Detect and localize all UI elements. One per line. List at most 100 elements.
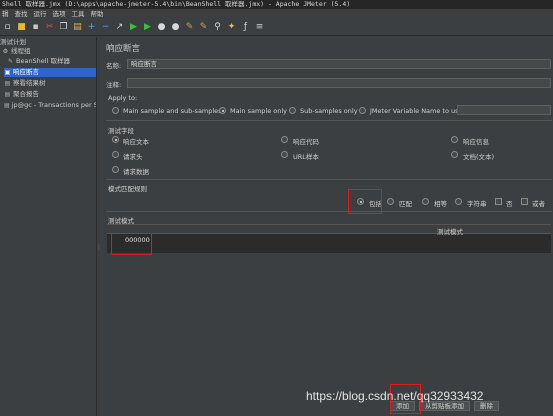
field-document-radio[interactable]: [451, 151, 458, 158]
watermark: https://blog.csdn.net/qq32933432: [306, 389, 484, 403]
menu-search[interactable]: 查找: [15, 9, 28, 19]
listener-icon: ▤: [4, 80, 11, 87]
cut-icon[interactable]: ✂: [44, 22, 55, 33]
menu-tools[interactable]: 工具: [72, 9, 85, 19]
apply-main-and-sub-label: Main sample and sub-samples: [123, 107, 222, 115]
clear-icon[interactable]: ✎: [184, 22, 195, 33]
apply-variable-radio[interactable]: [359, 107, 366, 114]
field-response-code-label: 响应代码: [293, 138, 319, 146]
apply-variable-label: JMeter Variable Name to use: [370, 107, 463, 115]
pencil-icon: ✎: [7, 58, 14, 65]
field-request-data-label: 请求数据: [123, 168, 149, 176]
open-icon[interactable]: ■: [16, 22, 27, 33]
broom-icon[interactable]: ✦: [226, 22, 237, 33]
remove-icon[interactable]: −: [100, 22, 111, 33]
toolbar: ▫ ■ ▪ ✂ ❐ ▤ + − ↗ ▶ ▶ ● ● ✎ ✎ ⚲ ✦ ƒ ≡: [0, 19, 553, 36]
patterns-table-header: 测试模式: [107, 225, 551, 236]
patterns-table[interactable]: 测试模式 000000: [107, 224, 551, 253]
or-checkbox[interactable]: [521, 198, 528, 205]
field-request-data-radio[interactable]: [112, 166, 119, 173]
apply-main-only-radio[interactable]: [219, 107, 226, 114]
field-request-headers-radio[interactable]: [112, 151, 119, 158]
field-request-headers-label: 请求头: [123, 153, 143, 161]
tree-item-label: 线程组: [11, 47, 31, 55]
not-label: 否: [506, 200, 513, 208]
apply-main-only-label: Main sample only: [230, 107, 288, 115]
rule-substring-label: 字符串: [467, 200, 487, 208]
tree-item-label: 察看结果树: [13, 79, 46, 87]
copy-icon[interactable]: ❐: [58, 22, 69, 33]
paste-icon[interactable]: ▤: [72, 22, 83, 33]
patterns-column-header: 测试模式: [437, 228, 463, 236]
search-icon[interactable]: ⚲: [212, 22, 223, 33]
tree-item-response-assertion[interactable]: ▣ 响应断言: [4, 68, 96, 77]
tree-item-thread-group[interactable]: ⚙ 线程组: [2, 47, 96, 56]
new-icon[interactable]: ▫: [2, 22, 13, 33]
match-rules-label: 模式匹配规则: [108, 185, 147, 193]
start-icon[interactable]: ▶: [128, 22, 139, 33]
separator: [106, 179, 552, 180]
menu-edit[interactable]: 辑: [2, 9, 9, 19]
field-response-message-label: 响应信息: [463, 138, 489, 146]
assertion-icon: ▣: [4, 69, 11, 76]
add-icon[interactable]: +: [86, 22, 97, 33]
stop-icon[interactable]: ●: [156, 22, 167, 33]
panel-title: 响应断言: [106, 44, 141, 54]
shutdown-icon[interactable]: ●: [170, 22, 181, 33]
clear-all-icon[interactable]: ✎: [198, 22, 209, 33]
field-response-text-radio[interactable]: [112, 136, 119, 143]
apply-sub-only-radio[interactable]: [289, 107, 296, 114]
split-pane-divider[interactable]: ⋮: [96, 244, 102, 254]
rule-matches-label: 匹配: [399, 200, 412, 208]
tree-item-label: 响应断言: [13, 68, 39, 76]
tree-item-test-plan[interactable]: 测试计划: [0, 38, 96, 47]
rule-equals-radio[interactable]: [422, 198, 429, 205]
tree-item-view-results-tree[interactable]: ▤ 察看结果树: [4, 79, 96, 88]
menu-bar: 辑 查找 运行 选项 工具 帮助: [0, 9, 553, 19]
menu-help[interactable]: 帮助: [91, 9, 104, 19]
apply-main-and-sub-radio[interactable]: [112, 107, 119, 114]
save-icon[interactable]: ▪: [30, 22, 41, 33]
gear-icon: ⚙: [2, 48, 9, 55]
assertion-editor: 响应断言 名称: 响应断言 注释: Apply to: Main sample …: [100, 37, 553, 416]
field-document-label: 文档(文本): [463, 153, 495, 161]
variable-name-field[interactable]: [457, 105, 551, 115]
start-no-pause-icon[interactable]: ▶: [142, 22, 153, 33]
listener-icon: ▤: [4, 102, 10, 109]
annotation-box-pattern: [111, 233, 152, 255]
rule-equals-label: 相等: [434, 200, 447, 208]
list-icon[interactable]: ≡: [254, 22, 265, 33]
tree-item-label: 聚合报告: [13, 90, 39, 98]
tree-item-transactions-per-second[interactable]: ▤ jp@gc - Transactions per S: [4, 101, 96, 110]
listener-icon: ▤: [4, 91, 11, 98]
tree-item-beanshell-sampler[interactable]: ✎ BeanShell 取样器: [7, 57, 96, 66]
separator: [106, 211, 552, 212]
name-field[interactable]: 响应断言: [127, 59, 551, 69]
comment-field[interactable]: [127, 78, 551, 88]
menu-run[interactable]: 运行: [34, 9, 47, 19]
tree-item-label: jp@gc - Transactions per S: [11, 101, 96, 109]
or-label: 或者: [532, 200, 545, 208]
field-url-sampled-radio[interactable]: [281, 151, 288, 158]
tree-item-label: 测试计划: [0, 38, 26, 46]
not-checkbox[interactable]: [495, 198, 502, 205]
test-plan-tree: 测试计划 ⚙ 线程组 ✎ BeanShell 取样器 ▣ 响应断言 ▤ 察看结果…: [0, 37, 97, 416]
name-label: 名称:: [106, 62, 122, 70]
annotation-box-contains: [348, 189, 382, 214]
tree-item-aggregate-report[interactable]: ▤ 聚合报告: [4, 90, 96, 99]
apply-to-label: Apply to:: [108, 94, 138, 102]
expand-icon[interactable]: ↗: [114, 22, 125, 33]
rule-matches-radio[interactable]: [387, 198, 394, 205]
field-response-text-label: 响应文本: [123, 138, 149, 146]
comment-label: 注释:: [106, 81, 122, 89]
field-response-code-radio[interactable]: [281, 136, 288, 143]
rule-substring-radio[interactable]: [455, 198, 462, 205]
apply-sub-only-label: Sub-samples only: [300, 107, 358, 115]
patterns-table-body[interactable]: [107, 253, 551, 398]
separator: [106, 120, 552, 121]
menu-options[interactable]: 选项: [53, 9, 66, 19]
function-icon[interactable]: ƒ: [240, 22, 251, 33]
tree-item-label: BeanShell 取样器: [16, 57, 70, 65]
field-response-message-radio[interactable]: [451, 136, 458, 143]
window-title: Shell 取样器.jmx (D:\apps\apache-jmeter-5.4…: [0, 0, 553, 9]
